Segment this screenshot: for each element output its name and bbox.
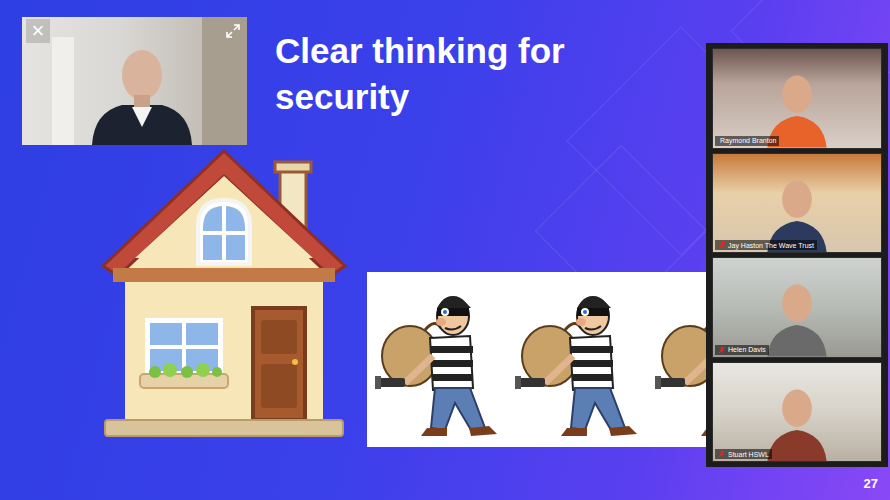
participant-tile[interactable]: Raymond Branton [712,48,882,149]
muted-mic-icon [718,241,726,249]
participant-tile[interactable]: Helen Davis [712,257,882,358]
speaker-video: × [22,17,247,145]
participant-tile[interactable]: Stuart HSWL [712,362,882,463]
participant-label: Helen Davis [715,345,769,355]
participant-photo [713,49,881,148]
participant-label: Jay Haston The Wave Trust [715,240,817,250]
speaker-photo [22,17,247,145]
slide-title: Clear thinking for security [275,28,615,120]
participant-name: Helen Davis [728,346,766,353]
participant-photo [713,258,881,357]
participant-photo [713,154,881,253]
burglar-icon [655,278,707,443]
expand-icon[interactable] [225,23,241,39]
participant-gallery: Raymond Branton Jay Haston The Wave Trust… [706,43,888,467]
burglars-picture [367,272,707,447]
muted-mic-icon [718,450,726,458]
page-number: 27 [864,476,878,491]
muted-mic-icon [718,346,726,354]
participant-name: Raymond Branton [720,137,776,144]
burglar-icon [515,278,645,443]
participant-tile[interactable]: Jay Haston The Wave Trust [712,153,882,254]
house-icon [95,148,353,440]
participant-photo [713,363,881,462]
presentation-slide: × Clear thinking for security Raymond Br… [0,0,890,500]
participant-name: Jay Haston The Wave Trust [728,242,814,249]
burglar-icon [375,278,505,443]
participant-name: Stuart HSWL [728,451,769,458]
participant-label: Stuart HSWL [715,449,772,459]
close-button[interactable]: × [26,19,50,43]
participant-label: Raymond Branton [715,136,779,146]
